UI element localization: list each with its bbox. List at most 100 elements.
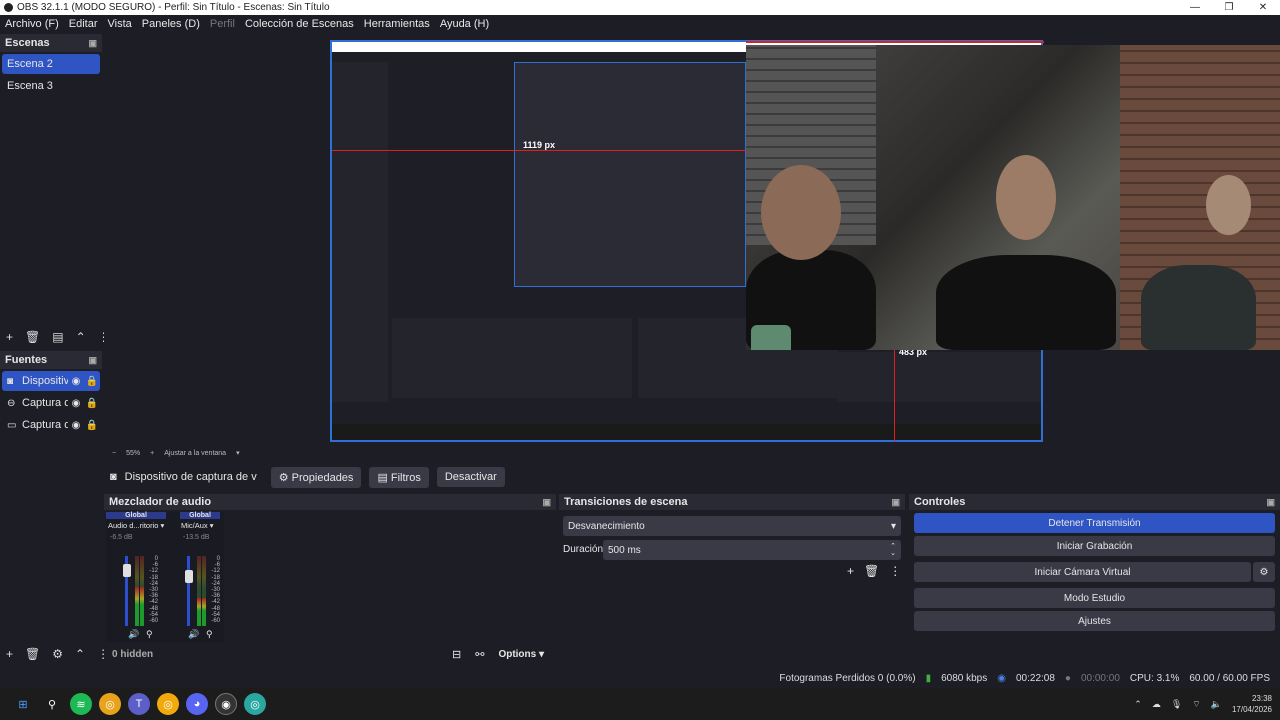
- mixer-title: Mezclador de audio: [109, 496, 212, 508]
- volume-icon[interactable]: 🔈: [1211, 699, 1222, 710]
- system-tray: ⌃ ☁ 🎙 ⌔ 🔈 23:38 17/04/2026: [1134, 688, 1272, 720]
- undock-icon[interactable]: ▣: [88, 38, 97, 49]
- speaker-icon[interactable]: 🔊: [128, 629, 139, 640]
- undock-icon[interactable]: ▣: [891, 497, 900, 508]
- obs-icon[interactable]: ◉: [215, 693, 237, 715]
- transitions-panel: Transiciones de escena ▣ Desvanecimiento…: [559, 494, 905, 666]
- stop-streaming-button[interactable]: Detener Transmisión: [914, 513, 1275, 533]
- eye-icon[interactable]: ◉: [68, 376, 84, 387]
- chevron-down-icon[interactable]: ▾: [236, 449, 240, 457]
- chrome-profile-icon[interactable]: ◎: [157, 693, 179, 715]
- source-name: Captura d: [22, 419, 68, 431]
- window-title-bar: OBS 32.1.1 (MODO SEGURO) - Perfil: Sin T…: [0, 0, 1280, 15]
- chrome-icon[interactable]: ◎: [99, 693, 121, 715]
- layout-icon[interactable]: ⊟: [452, 648, 461, 661]
- taskbar: ⊞ ⚲ ≋ ◎ T ◎ ◕ ◉ ◎: [0, 688, 1280, 720]
- link-icon[interactable]: ⚯: [475, 648, 484, 661]
- chevron-down-icon: ▾: [539, 649, 545, 660]
- speaker-icon[interactable]: 🔊: [188, 629, 199, 640]
- menu-editar[interactable]: Editar: [69, 18, 98, 30]
- windows-start-icon[interactable]: ⊞: [12, 693, 34, 715]
- spinner-icon[interactable]: ⌃ ⌄: [890, 543, 896, 557]
- transition-select[interactable]: Desvanecimiento ▾: [563, 516, 901, 536]
- gear-icon[interactable]: ⚙: [52, 647, 63, 661]
- minimize-icon[interactable]: —: [1178, 0, 1212, 15]
- gear-icon[interactable]: ⚙: [1253, 562, 1275, 582]
- undock-icon[interactable]: ▣: [1266, 497, 1275, 508]
- filter-icon[interactable]: ▤: [52, 330, 63, 344]
- undock-icon[interactable]: ▣: [88, 355, 97, 366]
- volume-fader[interactable]: [187, 556, 190, 626]
- lock-icon[interactable]: 🔒: [84, 376, 100, 387]
- options-button[interactable]: Options ▾: [498, 649, 544, 660]
- monitor-icon[interactable]: ⚲: [206, 629, 213, 640]
- lock-icon[interactable]: 🔒: [84, 398, 100, 409]
- chevron-up-icon[interactable]: ⌃: [1134, 699, 1142, 710]
- record-time: 00:00:00: [1080, 672, 1120, 684]
- monitor-icon[interactable]: ⚲: [146, 629, 153, 640]
- sources-panel: Fuentes ▣ ◙ Dispositiv ◉ 🔒 ⊖ Captura d ◉…: [0, 351, 102, 641]
- deactivate-button[interactable]: Desactivar: [436, 467, 505, 487]
- add-icon[interactable]: +: [847, 564, 854, 578]
- spotify-icon[interactable]: ≋: [70, 693, 92, 715]
- scenes-panel: Escenas ▣ Escena 2 Escena 3: [0, 34, 102, 350]
- scenes-toolbar: + 🗑 ▤ ⌃ ⋮: [6, 330, 110, 344]
- move-up-icon[interactable]: ⌃: [75, 647, 85, 661]
- menu-vista[interactable]: Vista: [108, 18, 132, 30]
- menu-coleccion[interactable]: Colección de Escenas: [245, 18, 354, 30]
- zoom-in-button[interactable]: +: [150, 450, 154, 457]
- chevron-down-icon: ▾: [890, 520, 896, 532]
- more-icon[interactable]: ⋮: [889, 564, 901, 578]
- zoom-fit-select[interactable]: Ajustar a la ventana: [164, 450, 226, 457]
- trash-icon[interactable]: 🗑: [25, 647, 40, 661]
- add-icon[interactable]: +: [6, 330, 13, 344]
- menu-ayuda[interactable]: Ayuda (H): [440, 18, 489, 30]
- scene-item-escena-3[interactable]: Escena 3: [2, 76, 100, 96]
- eye-icon[interactable]: ◉: [68, 398, 84, 409]
- source-item-capture-1[interactable]: ⊖ Captura d ◉ 🔒: [2, 393, 100, 413]
- start-recording-button[interactable]: Iniciar Grabación: [914, 536, 1275, 556]
- properties-button[interactable]: ⚙ Propiedades: [270, 466, 362, 488]
- chrome-alt-icon[interactable]: ◎: [244, 693, 266, 715]
- controls-header: Controles ▣: [909, 494, 1280, 510]
- channel-scope: Global: [180, 512, 220, 519]
- channel-name[interactable]: Mic/Aux ▾: [180, 521, 224, 530]
- source-item-device[interactable]: ◙ Dispositiv ◉ 🔒: [2, 371, 100, 391]
- fader-knob[interactable]: [185, 570, 193, 583]
- maximize-icon[interactable]: ❐: [1212, 0, 1246, 15]
- trash-icon[interactable]: 🗑: [864, 564, 879, 578]
- fader-knob[interactable]: [123, 564, 131, 577]
- cloud-icon[interactable]: ☁: [1152, 699, 1161, 710]
- trash-icon[interactable]: 🗑: [25, 330, 40, 344]
- source-name: Dispositiv: [22, 375, 68, 387]
- clock[interactable]: 23:38 17/04/2026: [1232, 693, 1272, 715]
- close-icon[interactable]: ✕: [1246, 0, 1280, 15]
- move-up-icon[interactable]: ⌃: [76, 330, 86, 344]
- studio-mode-button[interactable]: Modo Estudio: [914, 588, 1275, 608]
- filters-button[interactable]: ▤ Filtros: [369, 466, 429, 488]
- menu-paneles[interactable]: Paneles (D): [142, 18, 200, 30]
- start-virtual-cam-button[interactable]: Iniciar Cámara Virtual: [914, 562, 1251, 582]
- clock-time: 23:38: [1251, 694, 1272, 703]
- lock-icon[interactable]: 🔒: [84, 420, 100, 431]
- menu-archivo[interactable]: Archivo (F): [5, 18, 59, 30]
- record-icon: ●: [1064, 672, 1071, 684]
- search-icon[interactable]: ⚲: [41, 693, 63, 715]
- discord-icon[interactable]: ◕: [186, 693, 208, 715]
- add-icon[interactable]: +: [6, 647, 13, 661]
- mic-icon[interactable]: 🎙: [1171, 699, 1182, 710]
- menu-herramientas[interactable]: Herramientas: [364, 18, 430, 30]
- scene-item-escena-2[interactable]: Escena 2: [2, 54, 100, 74]
- settings-button[interactable]: Ajustes: [914, 611, 1275, 631]
- menu-bar: Archivo (F) Editar Vista Paneles (D) Per…: [0, 15, 1280, 33]
- menu-perfil[interactable]: Perfil: [210, 18, 235, 30]
- zoom-out-button[interactable]: −: [112, 450, 116, 457]
- stream-icon: ◉: [997, 672, 1006, 684]
- undock-icon[interactable]: ▣: [542, 497, 551, 508]
- duration-input[interactable]: 500 ms ⌃ ⌄: [603, 540, 901, 560]
- camera-icon: ◙: [7, 375, 14, 387]
- wifi-icon[interactable]: ⌔: [1192, 699, 1200, 710]
- source-item-capture-2[interactable]: ▭ Captura d ◉ 🔒: [2, 415, 100, 435]
- eye-icon[interactable]: ◉: [68, 420, 84, 431]
- teams-icon[interactable]: T: [128, 693, 150, 715]
